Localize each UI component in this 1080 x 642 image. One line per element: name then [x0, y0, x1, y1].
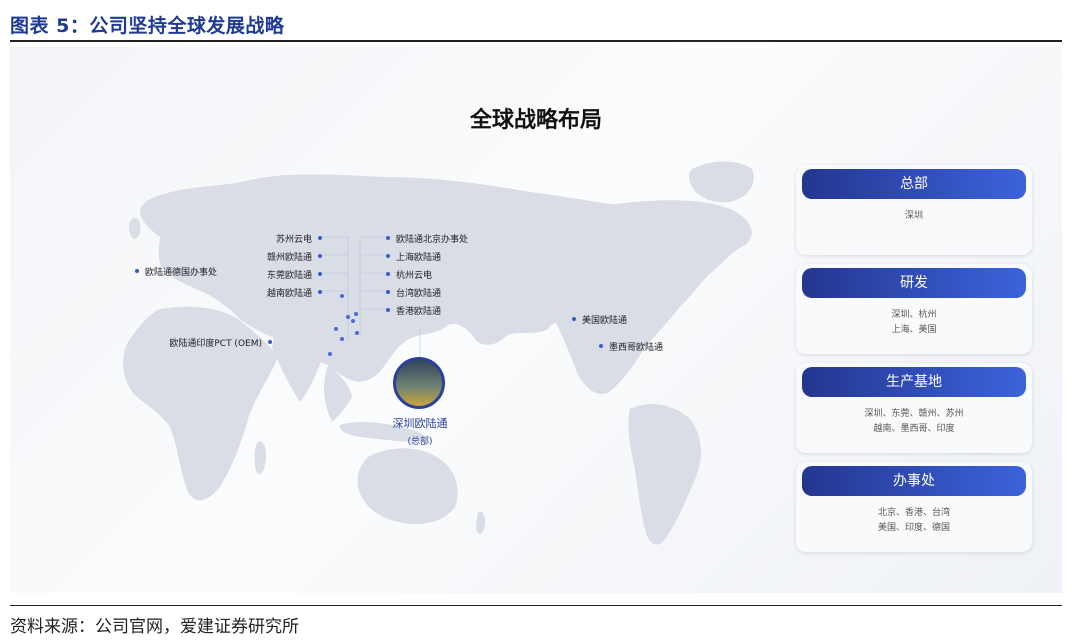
location-label: 墨西哥欧陆通 — [599, 340, 663, 353]
location-pin — [351, 319, 355, 323]
card-body: 深圳 — [904, 211, 923, 221]
card-body: 深圳、东莞、赣州、苏州 越南、墨西哥、印度 — [864, 409, 964, 434]
diagram-title: 全球战略布局 — [469, 108, 602, 133]
hq-name: 深圳欧陆通 — [392, 417, 448, 430]
card-header: 生产基地 — [802, 367, 1026, 397]
location-label: 苏州云电 — [242, 232, 322, 245]
location-label: 杭州云电 — [386, 268, 432, 281]
location-dot — [386, 254, 390, 258]
location-label: 赣州欧陆通 — [242, 250, 322, 263]
location-pin — [340, 294, 344, 298]
card-offices: 办事处 北京、香港、台湾 美国、印度、德国 — [796, 462, 1032, 552]
card-production: 生产基地 深圳、东莞、赣州、苏州 越南、墨西哥、印度 — [796, 363, 1032, 453]
location-dot — [386, 272, 390, 276]
location-dot — [318, 254, 322, 258]
figure-title: 图表 5：公司坚持全球发展战略 — [10, 15, 285, 37]
location-dot — [318, 236, 322, 240]
bottom-rule — [10, 605, 1062, 606]
location-dot — [135, 269, 139, 273]
location-label: 欧陆通印度PCT (OEM) — [150, 336, 272, 349]
card-rd: 研发 深圳、杭州 上海、美国 — [796, 264, 1032, 354]
card-hq: 总部 深圳 — [796, 165, 1032, 255]
location-label: 香港欧陆通 — [386, 304, 441, 317]
card-body: 深圳、杭州 上海、美国 — [891, 310, 937, 335]
hq-note: (总部) — [407, 437, 433, 447]
diagram-panel: 全球战略布局 苏州云电 赣州欧陆通 东莞欧陆通 越南欧陆通 欧陆通北京办事处 上… — [10, 47, 1062, 593]
location-label: 台湾欧陆通 — [386, 286, 441, 299]
location-dot — [318, 290, 322, 294]
location-label: 欧陆通德国办事处 — [135, 265, 217, 278]
card-header: 研发 — [802, 268, 1026, 298]
card-body: 北京、香港、台湾 美国、印度、德国 — [877, 508, 950, 533]
card-header: 办事处 — [802, 466, 1026, 496]
location-label: 越南欧陆通 — [242, 286, 322, 299]
top-rule — [10, 40, 1062, 42]
location-pin — [334, 327, 338, 331]
location-dot — [386, 290, 390, 294]
card-header: 总部 — [802, 169, 1026, 199]
location-dot — [318, 272, 322, 276]
location-pin — [355, 331, 359, 335]
location-pin — [354, 312, 358, 316]
location-label: 上海欧陆通 — [386, 250, 441, 263]
location-pin — [328, 352, 332, 356]
location-dot — [268, 340, 272, 344]
location-label: 欧陆通北京办事处 — [386, 232, 468, 245]
hq-photo — [393, 357, 445, 409]
location-dot — [386, 236, 390, 240]
location-pin — [340, 337, 344, 341]
location-label: 美国欧陆通 — [572, 313, 627, 326]
location-pin — [346, 315, 350, 319]
location-dot — [599, 344, 603, 348]
location-label: 东莞欧陆通 — [242, 268, 322, 281]
source-note: 资料来源：公司官网，爱建证券研究所 — [10, 617, 299, 637]
location-dot — [572, 317, 576, 321]
location-dot — [386, 308, 390, 312]
